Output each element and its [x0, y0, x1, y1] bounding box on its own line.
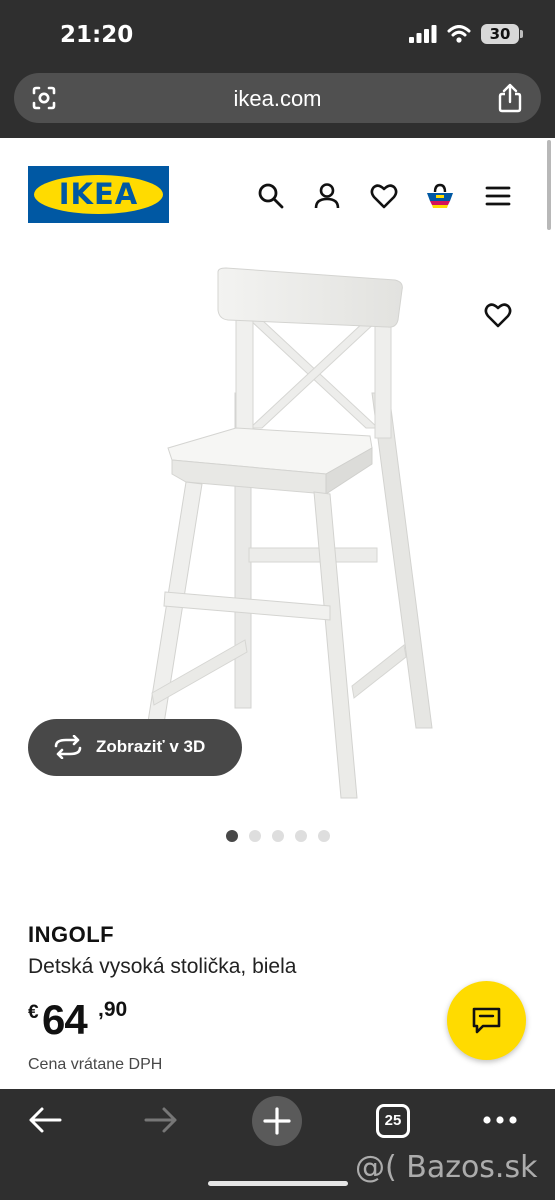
site-header: IKEA	[0, 138, 555, 238]
browser-top-chrome: 21:20 30 ikea.com	[0, 0, 555, 138]
new-tab-icon[interactable]	[251, 1095, 303, 1147]
add-to-wishlist-heart-icon[interactable]	[483, 301, 513, 329]
gallery-dot[interactable]	[226, 830, 238, 842]
view-3d-button[interactable]: Zobraziť v 3D	[28, 719, 242, 776]
price-currency: €	[28, 1002, 39, 1023]
chat-icon	[472, 1007, 501, 1034]
shopping-bag-icon[interactable]	[426, 182, 454, 210]
view-3d-label: Zobraziť v 3D	[96, 737, 206, 756]
home-indicator[interactable]	[208, 1181, 348, 1186]
gallery-dot[interactable]	[295, 830, 307, 842]
product-description: Detská vysoká stolička, biela	[28, 955, 297, 978]
address-bar[interactable]: ikea.com	[14, 73, 541, 123]
gallery-dot[interactable]	[272, 830, 284, 842]
tabs-icon[interactable]: 25	[376, 1104, 410, 1138]
battery-icon: 30	[481, 24, 523, 44]
product-name: INGOLF	[28, 922, 115, 947]
price-decimal: ,90	[98, 998, 128, 1021]
status-icons: 30	[409, 24, 523, 44]
share-icon[interactable]	[497, 83, 523, 113]
wifi-icon	[447, 25, 471, 43]
gallery-dot[interactable]	[249, 830, 261, 842]
vat-note: Cena vrátane DPH	[28, 1056, 163, 1073]
cellular-signal-icon	[409, 25, 437, 43]
chat-button[interactable]	[447, 981, 526, 1060]
wishlist-heart-icon[interactable]	[370, 182, 398, 210]
gallery-dot[interactable]	[318, 830, 330, 842]
price-integer: 64	[42, 996, 88, 1043]
menu-icon[interactable]	[484, 182, 512, 210]
account-icon[interactable]	[313, 182, 341, 210]
forward-arrow-icon[interactable]	[143, 1105, 179, 1135]
gallery-pagination[interactable]	[226, 830, 330, 842]
more-icon[interactable]	[482, 1115, 518, 1125]
search-icon[interactable]	[257, 182, 285, 210]
page-scrollbar[interactable]	[547, 140, 551, 230]
url-text[interactable]: ikea.com	[14, 86, 541, 112]
status-time: 21:20	[60, 22, 134, 48]
back-arrow-icon[interactable]	[27, 1105, 63, 1135]
logo-text: IKEA	[58, 177, 139, 211]
rotate-3d-icon	[54, 735, 82, 759]
watermark: @( Bazos.sk	[355, 1150, 538, 1185]
ikea-logo[interactable]: IKEA	[28, 166, 169, 223]
